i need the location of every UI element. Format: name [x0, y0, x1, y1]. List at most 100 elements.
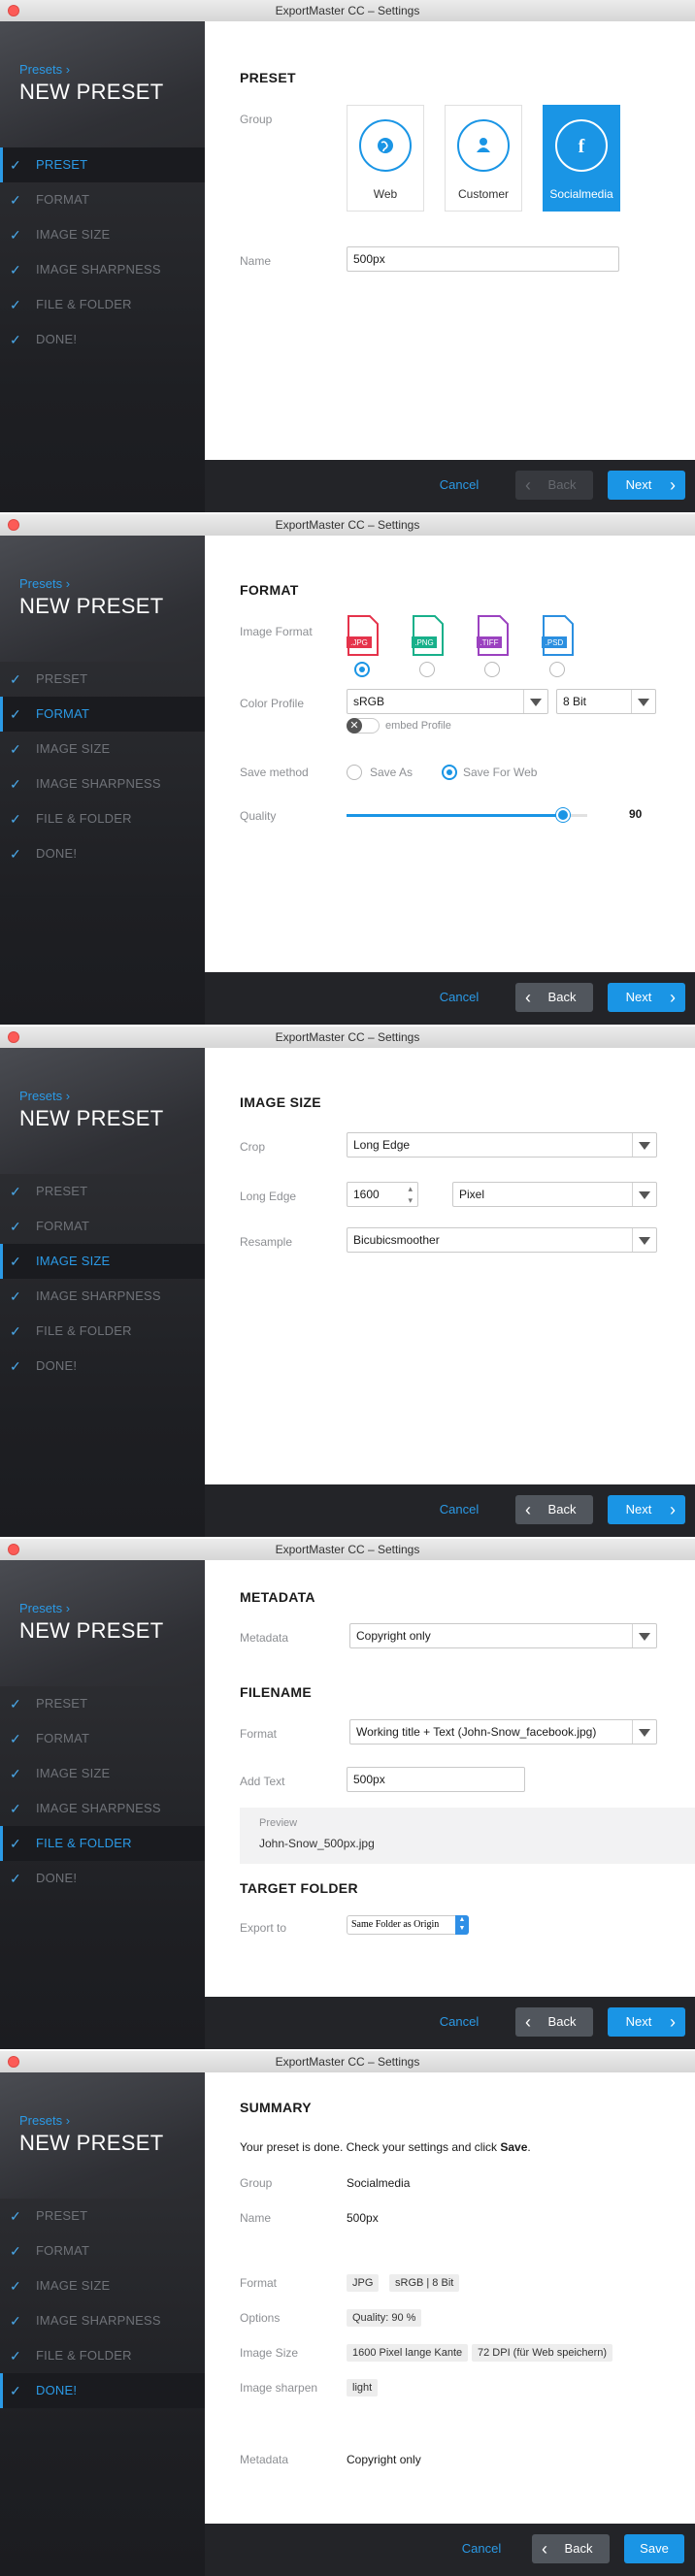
save-as-radio[interactable] [347, 765, 362, 780]
next-button[interactable]: Next › [608, 2007, 685, 2037]
metadata-select[interactable]: Copyright only [349, 1623, 657, 1648]
group-card-web[interactable]: Web [347, 105, 424, 212]
cancel-button[interactable]: Cancel [430, 1495, 488, 1524]
format-radio-png[interactable] [419, 662, 435, 677]
quality-slider[interactable] [347, 808, 587, 822]
cancel-button[interactable]: Cancel [430, 471, 488, 500]
quality-slider-thumb[interactable] [556, 808, 571, 822]
step-format[interactable]: ✓ FORMAT [0, 1209, 205, 1244]
chevron-right-icon: › [670, 988, 676, 1007]
step-image-sharpness[interactable]: ✓ IMAGE SHARPNESS [0, 252, 205, 287]
cancel-button[interactable]: Cancel [430, 2007, 488, 2037]
step-preset[interactable]: ✓ PRESET [0, 662, 205, 697]
next-button[interactable]: Next › [608, 1495, 685, 1524]
back-button[interactable]: ‹ Back [515, 471, 593, 500]
step-preset[interactable]: ✓ PRESET [0, 147, 205, 182]
check-icon: ✓ [10, 1766, 21, 1781]
format-radio-jpg[interactable] [354, 662, 370, 677]
step-preset[interactable]: ✓ PRESET [0, 1686, 205, 1721]
back-button[interactable]: ‹ Back [515, 983, 593, 1012]
long-edge-stepper[interactable]: 1600 ▴ ▾ [347, 1182, 418, 1207]
steps-nav: ✓ PRESET ✓ FORMAT ✓ IMAGE SIZE ✓ IMAGE SHARP… [0, 2199, 205, 2408]
jpg-file-icon[interactable]: .JPG [347, 615, 380, 656]
export-to-select[interactable]: Same Folder as Origin ▲ ▼ [347, 1915, 469, 1935]
step-done[interactable]: ✓ DONE! [0, 1349, 205, 1384]
check-icon: ✓ [10, 2208, 21, 2224]
group-card-socialmedia[interactable]: f Socialmedia [543, 105, 620, 212]
step-format[interactable]: ✓ FORMAT [0, 1721, 205, 1756]
step-done[interactable]: ✓ DONE! [0, 2373, 205, 2408]
step-image-size[interactable]: ✓ IMAGE SIZE [0, 732, 205, 766]
next-button[interactable]: Next › [608, 983, 685, 1012]
resample-select[interactable]: Bicubicsmoother [347, 1227, 657, 1253]
embed-profile-toggle[interactable]: ✕ [347, 718, 380, 734]
step-image-sharpness[interactable]: ✓ IMAGE SHARPNESS [0, 1279, 205, 1314]
breadcrumb[interactable]: Presets › [19, 1601, 70, 1615]
back-button[interactable]: ‹ Back [532, 2534, 610, 2563]
steps-nav: ✓ PRESET ✓ FORMAT ✓ IMAGE SIZE ✓ IMAGE SHARP… [0, 1686, 205, 1896]
breadcrumb[interactable]: Presets › [19, 576, 70, 591]
crop-select[interactable]: Long Edge [347, 1132, 657, 1158]
intro-end: . [527, 2140, 531, 2154]
back-label: Back [547, 1502, 577, 1516]
filename-format-select[interactable]: Working title + Text (John-Snow_facebook… [349, 1719, 657, 1745]
step-done[interactable]: ✓ DONE! [0, 836, 205, 871]
breadcrumb[interactable]: Presets › [19, 1089, 70, 1103]
step-file-folder[interactable]: ✓ FILE & FOLDER [0, 1314, 205, 1349]
step-file-folder[interactable]: ✓ FILE & FOLDER [0, 2338, 205, 2373]
png-file-icon[interactable]: .PNG [412, 615, 445, 656]
step-image-size[interactable]: ✓ IMAGE SIZE [0, 2268, 205, 2303]
step-image-sharpness[interactable]: ✓ IMAGE SHARPNESS [0, 1791, 205, 1826]
add-text-input[interactable]: 500px [347, 1767, 525, 1792]
options-chip: Quality: 90 % [347, 2309, 422, 2327]
check-icon: ✓ [10, 2313, 21, 2329]
format-radio-tiff[interactable] [484, 662, 500, 677]
step-preset[interactable]: ✓ PRESET [0, 1174, 205, 1209]
image-sharpen-label: Image sharpen [240, 2381, 318, 2395]
cancel-button[interactable]: Cancel [457, 2534, 506, 2563]
back-button[interactable]: ‹ Back [515, 1495, 593, 1524]
unit-select[interactable]: Pixel [452, 1182, 657, 1207]
check-icon: ✓ [10, 227, 21, 243]
check-icon: ✓ [10, 2278, 21, 2294]
preview-value: John-Snow_500px.jpg [259, 1837, 375, 1850]
stepper-arrows-icon[interactable]: ▴ ▾ [408, 1183, 413, 1206]
cancel-button[interactable]: Cancel [430, 983, 488, 1012]
step-image-size[interactable]: ✓ IMAGE SIZE [0, 217, 205, 252]
step-file-folder[interactable]: ✓ FILE & FOLDER [0, 287, 205, 322]
next-button[interactable]: Next › [608, 471, 685, 500]
group-card-customer[interactable]: Customer [445, 105, 522, 212]
save-for-web-radio[interactable] [442, 765, 457, 780]
group-card-label: Web [373, 187, 398, 201]
chevron-down-icon [632, 1183, 656, 1206]
intro-text: Your preset is done. Check your settings… [240, 2140, 501, 2154]
titlebar: ExportMaster CC – Settings [0, 1539, 695, 1561]
back-button[interactable]: ‹ Back [515, 2007, 593, 2037]
step-label: IMAGE SIZE [36, 2278, 111, 2293]
step-image-sharpness[interactable]: ✓ IMAGE SHARPNESS [0, 766, 205, 801]
step-preset[interactable]: ✓ PRESET [0, 2199, 205, 2234]
name-input[interactable]: 500px [347, 246, 619, 272]
step-label: DONE! [36, 1871, 78, 1885]
breadcrumb[interactable]: Presets › [19, 2113, 70, 2128]
step-label: PRESET [36, 2208, 88, 2223]
step-file-folder[interactable]: ✓ FILE & FOLDER [0, 801, 205, 836]
step-file-folder[interactable]: ✓ FILE & FOLDER [0, 1826, 205, 1861]
check-icon: ✓ [10, 776, 21, 792]
psd-file-icon[interactable]: .PSD [542, 615, 575, 656]
breadcrumb[interactable]: Presets › [19, 62, 70, 77]
step-image-sharpness[interactable]: ✓ IMAGE SHARPNESS [0, 2303, 205, 2338]
tiff-file-icon[interactable]: .TIFF [477, 615, 510, 656]
step-format[interactable]: ✓ FORMAT [0, 2234, 205, 2268]
step-image-size[interactable]: ✓ IMAGE SIZE [0, 1756, 205, 1791]
step-format[interactable]: ✓ FORMAT [0, 697, 205, 732]
step-done[interactable]: ✓ DONE! [0, 322, 205, 357]
svg-text:f: f [579, 136, 585, 157]
step-image-size[interactable]: ✓ IMAGE SIZE [0, 1244, 205, 1279]
step-done[interactable]: ✓ DONE! [0, 1861, 205, 1896]
format-radio-psd[interactable] [549, 662, 565, 677]
bit-depth-select[interactable]: 8 Bit [556, 689, 656, 714]
save-button[interactable]: Save [624, 2534, 684, 2563]
color-profile-select[interactable]: sRGB [347, 689, 548, 714]
step-format[interactable]: ✓ FORMAT [0, 182, 205, 217]
